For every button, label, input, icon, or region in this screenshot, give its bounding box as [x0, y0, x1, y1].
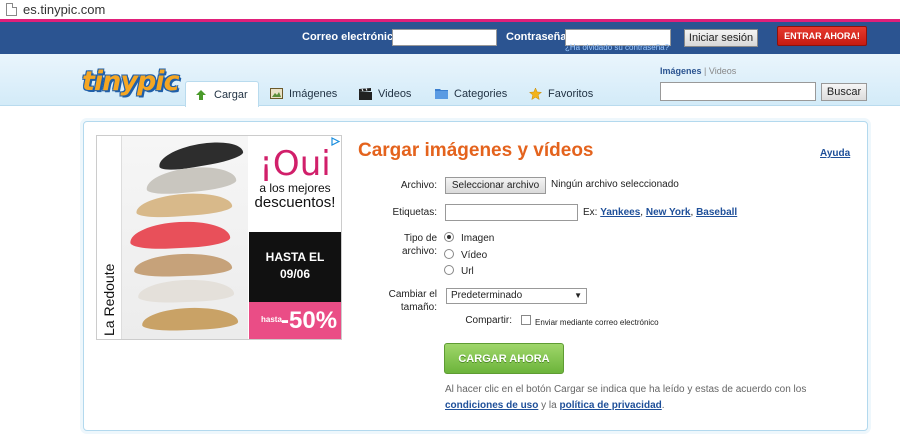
- signup-button[interactable]: ENTRAR AHORA!: [777, 26, 867, 46]
- tab-label: Imágenes: [289, 87, 338, 100]
- ad-discount: -50%: [281, 307, 338, 334]
- tab-label: Favoritos: [548, 87, 594, 100]
- tab-cargar[interactable]: Cargar: [185, 81, 259, 107]
- search-type-images[interactable]: Imágenes: [660, 66, 702, 76]
- resize-label-line-2: tamaño:: [400, 302, 437, 313]
- forgot-password-link[interactable]: ¿Ha olvidado su contraseña?: [565, 43, 669, 52]
- ad-discount-box: hasta -50%: [249, 302, 341, 339]
- tab-label: Videos: [378, 87, 412, 100]
- resize-label: Cambiar el tamaño:: [372, 288, 437, 314]
- ad-headline: ¡Oui: [259, 144, 331, 184]
- url-text[interactable]: es.tinypic.com: [23, 2, 105, 17]
- choose-file-button[interactable]: Seleccionar archivo: [445, 177, 546, 194]
- tags-input[interactable]: [445, 204, 578, 221]
- address-bar[interactable]: es.tinypic.com: [0, 0, 900, 22]
- resize-select-value: Predeterminado: [451, 290, 523, 301]
- tab-videos[interactable]: Videos: [358, 81, 411, 106]
- advertisement-banner[interactable]: La Redoute ¡Oui a los mejores descuentos…: [96, 135, 342, 340]
- ad-until-label: HASTA EL: [265, 250, 325, 264]
- tab-label: Cargar: [214, 88, 248, 101]
- filetype-radio-image[interactable]: [444, 232, 454, 242]
- share-email-checkbox[interactable]: [521, 315, 531, 325]
- upload-arrow-icon: [194, 89, 208, 101]
- upload-now-button[interactable]: CARGAR AHORA: [444, 343, 564, 374]
- resize-label-line-1: Cambiar el: [388, 289, 437, 300]
- share-label: Compartir:: [465, 315, 512, 326]
- terms-text-3: .: [661, 400, 665, 411]
- dropdown-arrow-icon: ▼: [574, 291, 582, 300]
- ad-shoes-image: [122, 136, 248, 339]
- ad-date-box: HASTA EL 09/06: [249, 232, 341, 302]
- search-type-videos[interactable]: Videos: [709, 66, 736, 76]
- star-icon: [528, 86, 542, 100]
- filetype-label: Tipo de archivo:: [372, 232, 437, 258]
- site-header: tinypic Cargar Imágenes Videos Categorie…: [0, 54, 900, 107]
- tag-example-yankees[interactable]: Yankees: [600, 207, 640, 218]
- tag-example-baseball[interactable]: Baseball: [696, 207, 737, 218]
- ad-brand: La Redoute: [101, 263, 117, 336]
- tags-example-prefix: Ex:: [583, 207, 598, 218]
- search-type-toggle: Imágenes | Videos: [660, 66, 736, 76]
- help-link[interactable]: Ayuda: [820, 148, 850, 159]
- email-label: Correo electrónico:: [302, 31, 404, 43]
- filetype-label-line-1: Tipo de: [404, 233, 437, 244]
- resize-select[interactable]: Predeterminado ▼: [446, 288, 587, 304]
- login-bar: Correo electrónico: Contraseña: Iniciar …: [0, 22, 900, 54]
- ad-discount-prefix: hasta: [261, 315, 282, 324]
- adchoices-icon[interactable]: [330, 137, 340, 147]
- filetype-label-url: Url: [461, 266, 474, 277]
- page-title: Cargar imágenes y vídeos: [358, 140, 594, 161]
- images-icon: [269, 87, 283, 100]
- login-button[interactable]: Iniciar sesión: [684, 29, 758, 47]
- terms-notice: Al hacer clic en el botón Cargar se indi…: [445, 382, 845, 414]
- terms-of-use-link[interactable]: condiciones de uso: [445, 400, 538, 411]
- tab-favoritos[interactable]: Favoritos: [528, 81, 593, 106]
- password-label: Contraseña:: [506, 31, 571, 43]
- tab-imagenes[interactable]: Imágenes: [269, 81, 337, 106]
- search-type-separator: |: [704, 66, 707, 76]
- email-field[interactable]: [392, 29, 497, 46]
- tab-categories[interactable]: Categories: [434, 81, 507, 106]
- search-button[interactable]: Buscar: [821, 83, 867, 101]
- tinypic-logo[interactable]: tinypic: [82, 66, 180, 97]
- filetype-radio-url[interactable]: [444, 265, 454, 275]
- filetype-label-video: Vídeo: [461, 250, 488, 261]
- share-email-label: Enviar mediante correo electrónico: [535, 318, 659, 327]
- search-input[interactable]: [660, 82, 816, 101]
- tag-example-new-york[interactable]: New York: [646, 207, 691, 218]
- filetype-label-image: Imagen: [461, 233, 495, 244]
- folder-icon: [434, 88, 448, 100]
- page-icon: [6, 3, 17, 16]
- terms-text-2: y la: [541, 400, 557, 411]
- ad-line-2: descuentos!: [254, 194, 336, 211]
- terms-text-1: Al hacer clic en el botón Cargar se indi…: [445, 384, 807, 395]
- ad-until-date: 09/06: [279, 267, 311, 281]
- tags-label: Etiquetas:: [392, 207, 437, 218]
- file-status: Ningún archivo seleccionado: [551, 179, 679, 190]
- film-clapper-icon: [358, 87, 372, 100]
- privacy-policy-link[interactable]: política de privacidad: [559, 400, 661, 411]
- file-label: Archivo:: [400, 180, 437, 191]
- tab-label: Categories: [454, 87, 508, 100]
- filetype-radio-video[interactable]: [444, 249, 454, 259]
- tags-examples: Ex: Yankees, New York, Baseball: [583, 207, 738, 218]
- filetype-label-line-2: archivo:: [401, 246, 437, 257]
